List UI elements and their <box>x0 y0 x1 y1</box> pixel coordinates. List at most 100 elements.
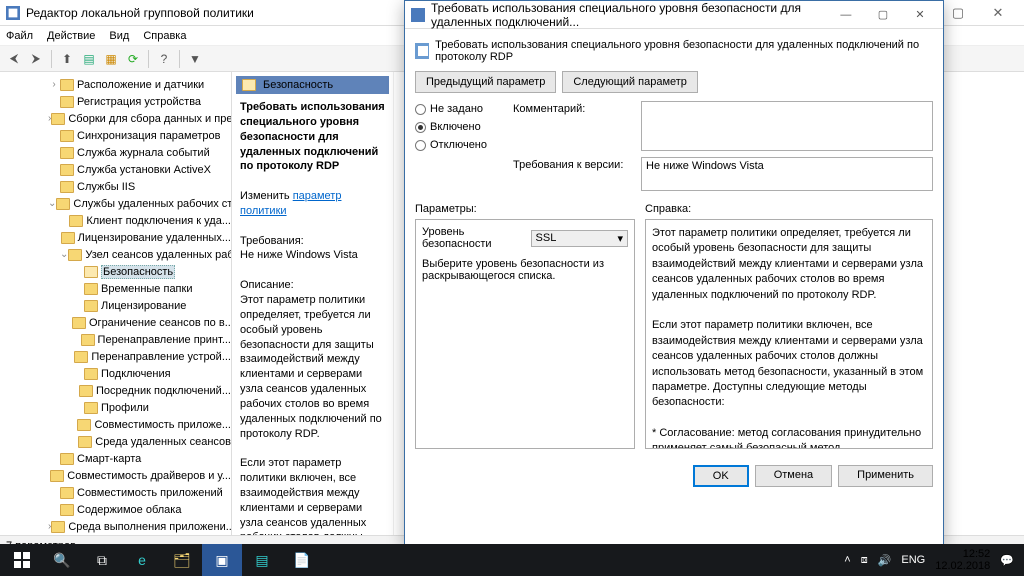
folder-icon <box>242 79 256 91</box>
version-label: Требования к версии: <box>513 157 633 191</box>
close-button[interactable]: ✕ <box>978 0 1018 26</box>
help-label: Справка: <box>645 203 691 215</box>
next-setting-button[interactable]: Следующий параметр <box>562 71 698 93</box>
radio-not-configured[interactable]: Не задано <box>415 103 505 115</box>
detail-header: Безопасность <box>236 76 389 94</box>
tray-net-icon[interactable]: ⧈ <box>861 554 868 567</box>
tree-item[interactable]: Посредник подключений... <box>0 382 231 399</box>
dialog-maximize[interactable]: ▢ <box>866 1 900 27</box>
tree-view[interactable]: ›Расположение и датчикиРегистрация устро… <box>0 72 232 535</box>
radio-disabled[interactable]: Отключено <box>415 139 505 151</box>
dialog-header: Требовать использования специального уро… <box>435 39 933 63</box>
tree-item[interactable]: Синхронизация параметров <box>0 127 231 144</box>
security-level-select[interactable]: SSL▾ <box>531 230 628 247</box>
dialog-close[interactable]: ✕ <box>903 1 937 27</box>
detail-header-text: Безопасность <box>263 79 333 91</box>
tree-item[interactable]: Служба установки ActiveX <box>0 161 231 178</box>
app-icon-1[interactable]: ▣ <box>202 544 242 576</box>
app-icon <box>6 6 20 20</box>
menu-file[interactable]: Файл <box>6 30 33 42</box>
cancel-button[interactable]: Отмена <box>755 465 832 487</box>
taskbar: 🔍 ⧉ e 🗂 ▣ ▤ 📄 ˄ ⧈ 🔊 ENG 12:52 12.02.2018… <box>0 544 1024 576</box>
params-panel: Уровень безопасности SSL▾ Выберите урове… <box>415 219 635 449</box>
lang-indicator[interactable]: ENG <box>901 554 925 566</box>
up-icon[interactable]: ⬆ <box>57 49 77 69</box>
search-icon[interactable]: 🔍 <box>42 544 82 576</box>
tree-item[interactable]: ›Расположение и датчики <box>0 76 231 93</box>
req-label: Требования: <box>240 235 304 247</box>
dialog-titlebar: Требовать использования специального уро… <box>405 1 943 29</box>
tree-item[interactable]: Совместимость приложе... <box>0 416 231 433</box>
tree-item[interactable]: Перенаправление устрой... <box>0 348 231 365</box>
dialog-title: Требовать использования специального уро… <box>431 1 829 29</box>
tray-sound-icon[interactable]: 🔊 <box>878 554 892 567</box>
policy-dialog: Требовать использования специального уро… <box>404 0 944 545</box>
tree-item[interactable]: Безопасность <box>0 263 231 280</box>
version-box: Не ниже Windows Vista <box>641 157 933 191</box>
tree-item[interactable]: Подключения <box>0 365 231 382</box>
tree-item[interactable]: Профили <box>0 399 231 416</box>
separator <box>51 50 52 68</box>
details-icon[interactable]: ▦ <box>101 49 121 69</box>
detail-title: Требовать использования специального уро… <box>240 101 385 172</box>
notification-icon[interactable]: 💬 <box>1000 554 1014 567</box>
menu-action[interactable]: Действие <box>47 30 95 42</box>
comment-textarea[interactable] <box>641 101 933 151</box>
edit-label: Изменить <box>240 190 290 202</box>
app-icon-3[interactable]: 📄 <box>282 544 322 576</box>
filter-icon[interactable]: ▼ <box>185 49 205 69</box>
tray-up-icon[interactable]: ˄ <box>844 554 850 566</box>
prev-setting-button[interactable]: Предыдущий параметр <box>415 71 556 93</box>
app-icon-2[interactable]: ▤ <box>242 544 282 576</box>
dialog-minimize[interactable]: — <box>829 2 863 28</box>
tree-item[interactable]: ⌄Узел сеансов удаленных раб... <box>0 246 231 263</box>
dialog-icon <box>411 8 425 22</box>
refresh-icon[interactable]: ⟳ <box>123 49 143 69</box>
chevron-down-icon: ▾ <box>617 232 623 245</box>
tree-item[interactable]: Лицензирование <box>0 297 231 314</box>
tree-item[interactable]: ⌄Службы удаленных рабочих сто... <box>0 195 231 212</box>
desc-text2: Если этот параметр политики включен, все… <box>240 457 378 535</box>
ok-button[interactable]: OK <box>693 465 749 487</box>
req-value: Не ниже Windows Vista <box>240 249 358 261</box>
menu-view[interactable]: Вид <box>109 30 129 42</box>
tree-item[interactable]: Совместимость драйверов и у... <box>0 467 231 484</box>
forward-icon[interactable]: ⮞ <box>26 49 46 69</box>
params-label: Параметры: <box>415 203 635 215</box>
tree-item[interactable]: Временные папки <box>0 280 231 297</box>
tree-item[interactable]: Клиент подключения к уда... <box>0 212 231 229</box>
tree-item[interactable]: Службы IIS <box>0 178 231 195</box>
tree-item[interactable]: Служба журнала событий <box>0 144 231 161</box>
tree-item[interactable]: Содержимое облака <box>0 501 231 518</box>
tree-item[interactable]: Среда удаленных сеансов <box>0 433 231 450</box>
ie-icon[interactable]: e <box>122 544 162 576</box>
maximize-button[interactable]: ▢ <box>938 0 978 26</box>
tree-item[interactable]: ›Сборки для сбора данных и пре... <box>0 110 231 127</box>
policy-icon <box>415 43 429 59</box>
tree-item[interactable]: Лицензирование удаленных... <box>0 229 231 246</box>
comment-label: Комментарий: <box>513 101 633 151</box>
list-icon[interactable]: ▤ <box>79 49 99 69</box>
taskview-icon[interactable]: ⧉ <box>82 544 122 576</box>
start-button[interactable] <box>2 544 42 576</box>
explorer-icon[interactable]: 🗂 <box>162 544 202 576</box>
help-panel: Этот параметр политики определяет, требу… <box>645 219 933 449</box>
tree-item[interactable]: Смарт-карта <box>0 450 231 467</box>
separator <box>179 50 180 68</box>
level-label: Уровень безопасности <box>422 226 523 250</box>
back-icon[interactable]: ⮜ <box>4 49 24 69</box>
help-icon[interactable]: ? <box>154 49 174 69</box>
radio-enabled[interactable]: Включено <box>415 121 505 133</box>
tree-item[interactable]: Совместимость приложений <box>0 484 231 501</box>
menu-help[interactable]: Справка <box>143 30 186 42</box>
tree-item[interactable]: ›Среда выполнения приложени... <box>0 518 231 535</box>
tree-item[interactable]: Ограничение сеансов по в... <box>0 314 231 331</box>
tree-item[interactable]: Регистрация устройства <box>0 93 231 110</box>
tree-item[interactable]: Перенаправление принт... <box>0 331 231 348</box>
clock[interactable]: 12:52 12.02.2018 <box>935 548 990 572</box>
apply-button[interactable]: Применить <box>838 465 933 487</box>
help-text: Этот параметр политики определяет, требу… <box>652 226 926 449</box>
desc-label: Описание: <box>240 279 294 291</box>
separator <box>148 50 149 68</box>
desc-text: Этот параметр политики определяет, требу… <box>240 294 382 440</box>
